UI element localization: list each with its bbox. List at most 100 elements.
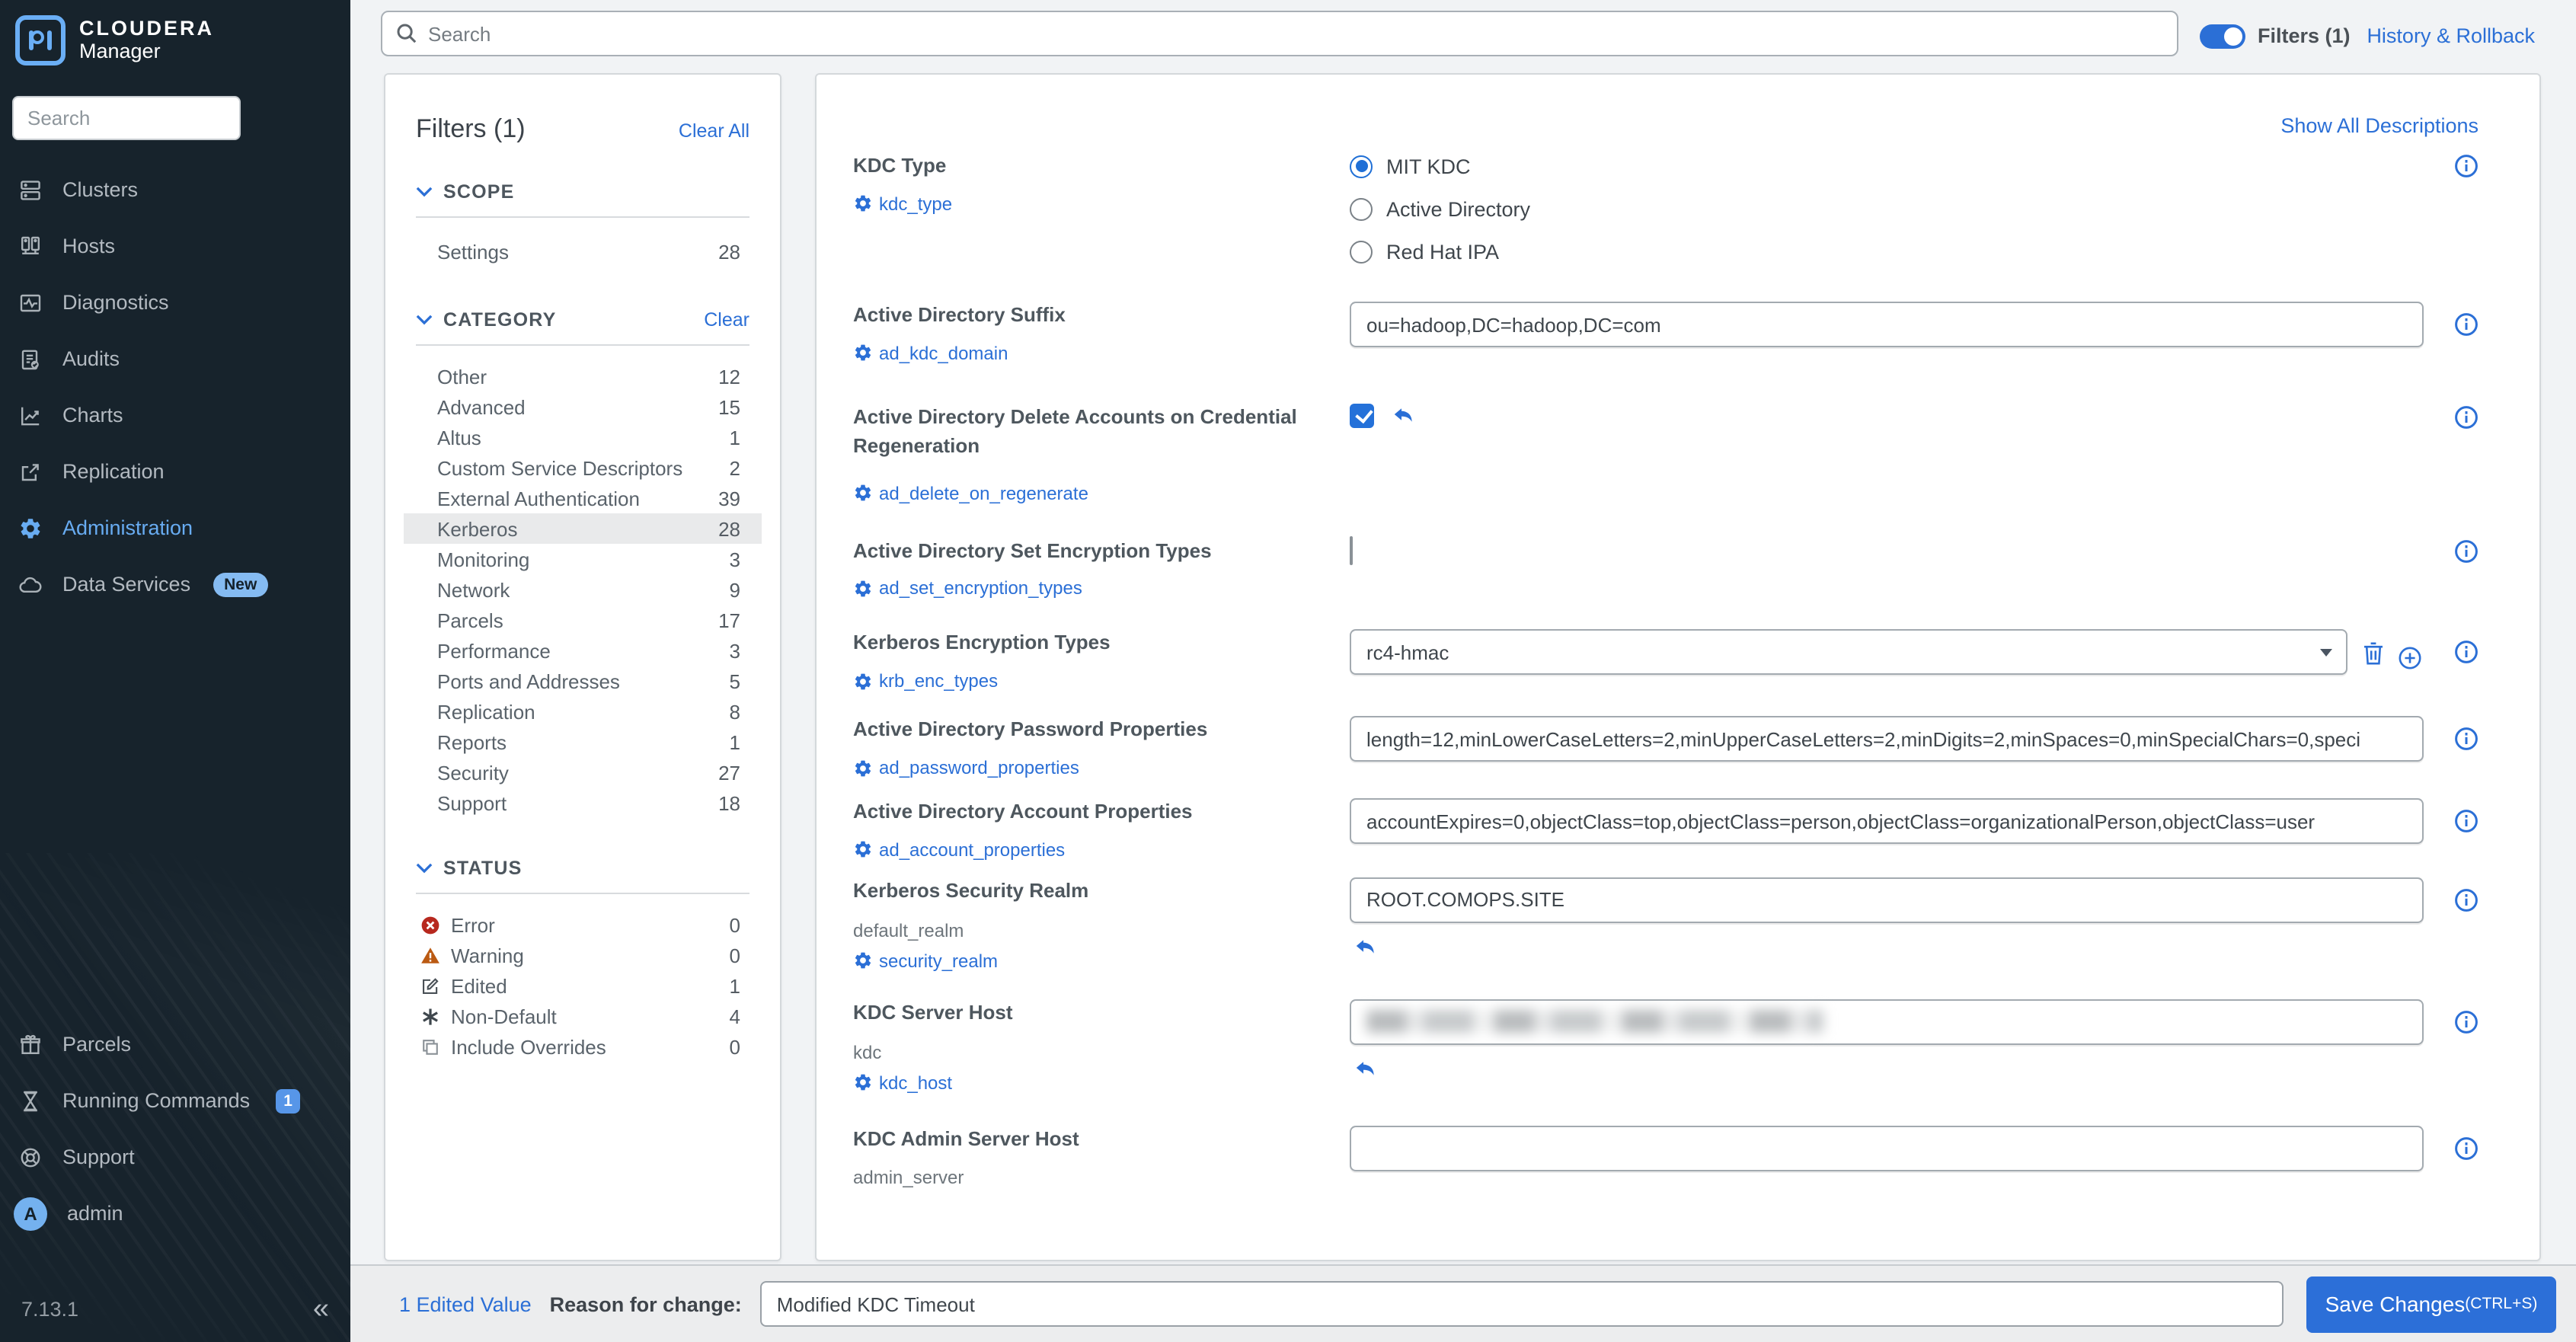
info-icon[interactable]	[2454, 798, 2479, 833]
filter-category-reports[interactable]: Reports1	[416, 727, 749, 757]
include-overrides-icon	[420, 1037, 439, 1056]
chevron-down-icon[interactable]	[416, 314, 433, 326]
sidebar-item-admin[interactable]: A admin	[0, 1185, 350, 1241]
filter-category-monitoring[interactable]: Monitoring3	[416, 544, 749, 574]
sidebar-item-audits[interactable]: Audits	[0, 331, 350, 387]
gears-icon	[853, 951, 873, 971]
property-link-ad-delete-on-regenerate[interactable]: ad_delete_on_regenerate	[853, 482, 1319, 503]
filter-status-warning[interactable]: Warning 0	[416, 940, 749, 970]
sidebar-item-data-services[interactable]: Data Services New	[0, 556, 350, 612]
ad-suffix-input[interactable]	[1350, 302, 2424, 347]
security-realm-input[interactable]	[1350, 877, 2424, 923]
filter-label: Security	[437, 761, 718, 784]
ad-delete-accounts-checkbox[interactable]	[1350, 404, 1374, 428]
filter-category-custom-service-descriptors[interactable]: Custom Service Descriptors2	[416, 452, 749, 483]
radio-active-directory[interactable]: Active Directory	[1350, 195, 2424, 222]
info-icon[interactable]	[2454, 1125, 2479, 1160]
filter-category-external-authentication[interactable]: External Authentication39	[416, 483, 749, 513]
reason-for-change-input[interactable]	[760, 1281, 2284, 1327]
info-icon[interactable]	[2454, 716, 2479, 751]
info-icon[interactable]	[2454, 630, 2479, 665]
enc-types-select[interactable]: rc4-hmac	[1350, 630, 2347, 676]
filter-category-performance[interactable]: Performance3	[416, 635, 749, 666]
setting-label: Active Directory Suffix	[853, 302, 1319, 331]
delete-entry-icon[interactable]	[2363, 642, 2384, 674]
filter-category-replication[interactable]: Replication8	[416, 696, 749, 727]
category-clear-link[interactable]: Clear	[704, 309, 749, 331]
undo-icon[interactable]	[1391, 404, 1415, 428]
filter-category-parcels[interactable]: Parcels17	[416, 605, 749, 635]
filter-category-kerberos[interactable]: Kerberos28	[404, 513, 762, 544]
sidebar-item-support[interactable]: Support	[0, 1129, 350, 1185]
filter-label: Ports and Addresses	[437, 669, 730, 692]
property-link-label: ad_delete_on_regenerate	[879, 482, 1088, 503]
filter-category-support[interactable]: Support18	[416, 788, 749, 818]
collapse-sidebar-icon[interactable]: «	[313, 1294, 329, 1323]
main-area: Filters (1) History & Rollback Filters (…	[350, 0, 2576, 1342]
show-all-descriptions-link[interactable]: Show All Descriptions	[2280, 114, 2479, 137]
sidebar-item-parcels[interactable]: Parcels	[0, 1016, 350, 1072]
filter-category-altus[interactable]: Altus1	[416, 422, 749, 452]
property-link-kdc-host[interactable]: kdc_host	[853, 1072, 1319, 1093]
ad-account-properties-input[interactable]	[1350, 798, 2424, 844]
sidebar-item-diagnostics[interactable]: Diagnostics	[0, 274, 350, 331]
info-icon[interactable]	[2454, 404, 2479, 430]
save-changes-button[interactable]: Save Changes (CTRL+S)	[2306, 1276, 2556, 1332]
filters-toggle[interactable]	[2200, 24, 2245, 48]
undo-icon[interactable]	[1353, 935, 1377, 960]
clear-all-link[interactable]: Clear All	[679, 120, 749, 142]
sidebar-item-running-commands[interactable]: Running Commands 1	[0, 1072, 350, 1129]
gears-icon	[853, 343, 873, 363]
chevron-down-icon[interactable]	[416, 862, 433, 874]
filter-status-edited[interactable]: Edited 1	[416, 970, 749, 1001]
info-icon[interactable]	[2454, 999, 2479, 1034]
filter-category-advanced[interactable]: Advanced15	[416, 391, 749, 422]
ad-password-properties-input[interactable]	[1350, 716, 2424, 762]
property-link-kdc-type[interactable]: kdc_type	[853, 193, 1319, 215]
kdc-admin-server-host-input[interactable]	[1350, 1125, 2424, 1171]
sidebar-search-input[interactable]	[12, 96, 241, 140]
info-icon[interactable]	[2454, 152, 2479, 178]
edited-value-link[interactable]: 1 Edited Value	[399, 1292, 532, 1315]
property-link-ad-account-properties[interactable]: ad_account_properties	[853, 839, 1319, 861]
info-icon[interactable]	[2454, 537, 2479, 563]
filter-status-include-overrides[interactable]: Include Overrides 0	[416, 1031, 749, 1062]
filter-label: Replication	[437, 700, 730, 723]
filter-status-non-default[interactable]: Non-Default 4	[416, 1001, 749, 1031]
property-link-security-realm[interactable]: security_realm	[853, 951, 1319, 972]
info-icon[interactable]	[2454, 302, 2479, 337]
filter-count: 9	[730, 578, 740, 601]
filter-category-security[interactable]: Security27	[416, 757, 749, 788]
sidebar-item-hosts[interactable]: Hosts	[0, 218, 350, 274]
brand[interactable]: CLOUDERA Manager	[0, 0, 350, 66]
filter-count: 0	[730, 913, 740, 936]
filter-status-error[interactable]: Error 0	[416, 909, 749, 940]
ad-set-encryption-types-checkbox[interactable]	[1350, 535, 1353, 564]
property-link-ad-kdc-domain[interactable]: ad_kdc_domain	[853, 343, 1319, 364]
filter-scope-settings[interactable]: Settings 28	[416, 233, 749, 270]
add-entry-icon[interactable]	[2398, 646, 2422, 670]
sidebar-item-replication[interactable]: Replication	[0, 443, 350, 500]
radio-mit-kdc[interactable]: MIT KDC	[1350, 152, 2424, 180]
filter-label: Warning	[451, 944, 719, 967]
chevron-down-icon[interactable]	[416, 186, 433, 198]
undo-icon[interactable]	[1353, 1057, 1377, 1082]
sidebar-item-charts[interactable]: Charts	[0, 387, 350, 443]
radio-red-hat-ipa[interactable]: Red Hat IPA	[1350, 238, 2424, 265]
kdc-server-host-input[interactable]	[1350, 999, 2424, 1045]
property-link-ad-set-encryption-types[interactable]: ad_set_encryption_types	[853, 578, 1319, 599]
property-link-krb-enc-types[interactable]: krb_enc_types	[853, 670, 1319, 692]
top-search-input[interactable]	[381, 11, 2178, 56]
filter-label: Support	[437, 791, 718, 814]
history-rollback-link[interactable]: History & Rollback	[2367, 0, 2535, 72]
filter-category-network[interactable]: Network9	[416, 574, 749, 605]
save-changes-label: Save Changes	[2325, 1292, 2466, 1316]
setting-row-kerberos-encryption-types: Kerberos Encryption Types krb_enc_types …	[853, 630, 2479, 692]
property-link-ad-password-properties[interactable]: ad_password_properties	[853, 757, 1319, 778]
filter-count: 12	[718, 365, 740, 388]
sidebar-item-clusters[interactable]: Clusters	[0, 161, 350, 218]
filter-category-ports-and-addresses[interactable]: Ports and Addresses5	[416, 666, 749, 696]
info-icon[interactable]	[2454, 877, 2479, 912]
sidebar-item-administration[interactable]: Administration	[0, 500, 350, 556]
filter-category-other[interactable]: Other12	[416, 361, 749, 391]
